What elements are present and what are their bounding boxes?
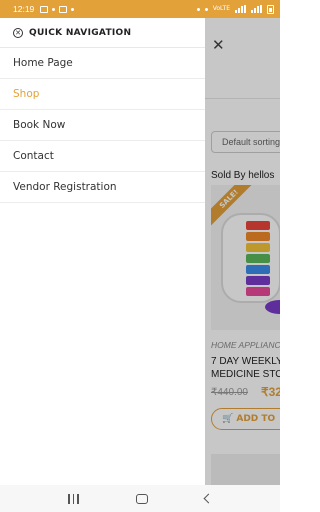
more-notifications-icon	[71, 7, 75, 11]
nav-item-contact[interactable]: Contact	[0, 141, 205, 172]
status-time: 12:19	[13, 4, 35, 14]
drawer-overlay[interactable]	[205, 18, 280, 485]
system-navigation-bar	[0, 485, 280, 512]
signal-icon	[235, 5, 246, 13]
back-icon[interactable]	[203, 493, 214, 504]
drawer-title: QUICK NAVIGATION	[29, 27, 132, 38]
bluetooth-icon	[204, 7, 208, 11]
nav-item-home[interactable]: Home Page	[0, 48, 205, 79]
home-icon[interactable]	[135, 493, 148, 504]
signal-2-icon	[251, 5, 262, 13]
status-bar: 12:19 VoLTE	[0, 0, 280, 18]
nav-item-book-now[interactable]: Book Now	[0, 110, 205, 141]
system-icons: VoLTE	[196, 4, 274, 14]
volte-label: VoLTE	[212, 5, 230, 12]
close-circle-icon[interactable]: ✕	[13, 27, 23, 38]
quick-navigation-drawer: ✕ QUICK NAVIGATION Home Page Shop Book N…	[0, 18, 205, 485]
gallery-icon	[40, 5, 49, 13]
battery-icon	[267, 4, 274, 14]
nav-item-shop[interactable]: Shop	[0, 79, 205, 110]
alarm-icon	[196, 7, 200, 11]
nav-item-vendor-registration[interactable]: Vendor Registration	[0, 172, 205, 203]
notification-dot-icon	[52, 7, 56, 11]
notification-icons	[40, 5, 75, 13]
message-icon	[59, 5, 68, 13]
recent-apps-icon[interactable]	[68, 493, 79, 504]
drawer-header: ✕ QUICK NAVIGATION	[0, 18, 205, 48]
